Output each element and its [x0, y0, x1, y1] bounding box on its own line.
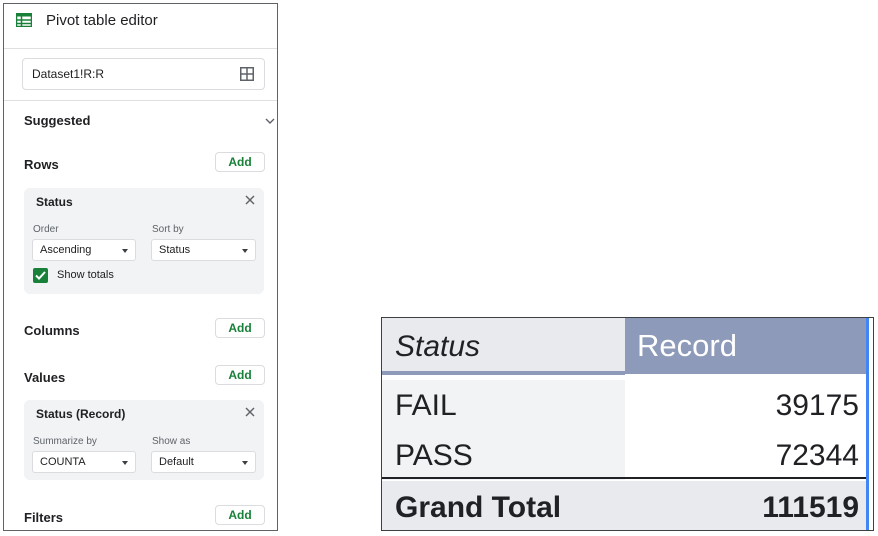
order-select[interactable]: Ascending: [32, 239, 136, 261]
grand-total-label: Grand Total: [395, 491, 562, 524]
dropdown-caret-icon: [242, 461, 248, 465]
table-row[interactable]: FAIL 39175: [382, 380, 867, 430]
sortby-select[interactable]: Status: [151, 239, 256, 261]
row-label: FAIL: [395, 389, 457, 422]
row-value: 39175: [775, 389, 859, 422]
sortby-label: Sort by: [152, 224, 184, 235]
summarize-by-select[interactable]: COUNTA: [32, 451, 136, 473]
show-as-value: Default: [159, 456, 194, 468]
header-status-text: Status: [395, 330, 481, 363]
header-record-text: Record: [637, 328, 737, 363]
rows-add-button[interactable]: Add: [215, 152, 265, 172]
header-record-cell[interactable]: Record: [625, 318, 867, 374]
selection-border: [866, 318, 869, 530]
sortby-value: Status: [159, 244, 191, 256]
pivot-table-editor: Pivot table editor Dataset1!R:R Suggeste…: [3, 3, 278, 531]
dropdown-caret-icon: [122, 249, 128, 253]
editor-header: Pivot table editor: [4, 4, 277, 49]
rows-card-title: Status: [36, 195, 73, 209]
pivot-table: Status Record FAIL 39175 PASS 72344 Gran…: [381, 317, 874, 531]
header-status-cell[interactable]: Status: [382, 318, 625, 374]
order-value: Ascending: [40, 244, 92, 256]
values-status-record-card: Status (Record) Summarize by COUNTA Show…: [24, 400, 264, 480]
dropdown-caret-icon: [242, 249, 248, 253]
summarize-by-label: Summarize by: [33, 436, 97, 447]
summarize-by-value: COUNTA: [40, 456, 86, 468]
show-totals-checkbox[interactable]: [33, 268, 48, 283]
grand-total-row[interactable]: Grand Total 111519: [382, 481, 867, 530]
show-as-label: Show as: [152, 436, 191, 447]
show-totals-label: Show totals: [57, 269, 114, 281]
columns-label: Columns: [24, 323, 80, 338]
suggested-label[interactable]: Suggested: [24, 113, 90, 128]
show-as-select[interactable]: Default: [151, 451, 256, 473]
table-row[interactable]: PASS 72344: [382, 430, 867, 480]
rows-label: Rows: [24, 157, 59, 172]
values-label: Values: [24, 370, 66, 385]
data-range-input[interactable]: Dataset1!R:R: [22, 58, 265, 90]
sheets-icon: [16, 13, 32, 27]
dropdown-caret-icon: [122, 461, 128, 465]
close-icon[interactable]: [244, 194, 256, 206]
total-separator: [382, 477, 867, 479]
grand-total-value: 111519: [762, 491, 859, 524]
checkmark-icon: [35, 271, 46, 280]
header-underline: [382, 371, 625, 375]
values-card-title: Status (Record): [36, 407, 126, 421]
filters-label: Filters: [24, 510, 64, 525]
close-icon[interactable]: [244, 406, 256, 418]
data-range-text: Dataset1!R:R: [32, 67, 105, 81]
filters-add-button[interactable]: Add: [215, 505, 265, 525]
values-add-button[interactable]: Add: [215, 365, 265, 385]
divider: [4, 100, 277, 101]
row-label: PASS: [395, 439, 473, 472]
chevron-down-icon[interactable]: [265, 116, 275, 126]
columns-add-button[interactable]: Add: [215, 318, 265, 338]
rows-status-card: Status Order Ascending Sort by Status Sh…: [24, 188, 264, 294]
order-label: Order: [33, 224, 59, 235]
row-value: 72344: [775, 439, 859, 472]
select-range-grid-icon[interactable]: [240, 67, 254, 81]
editor-title: Pivot table editor: [46, 12, 158, 29]
